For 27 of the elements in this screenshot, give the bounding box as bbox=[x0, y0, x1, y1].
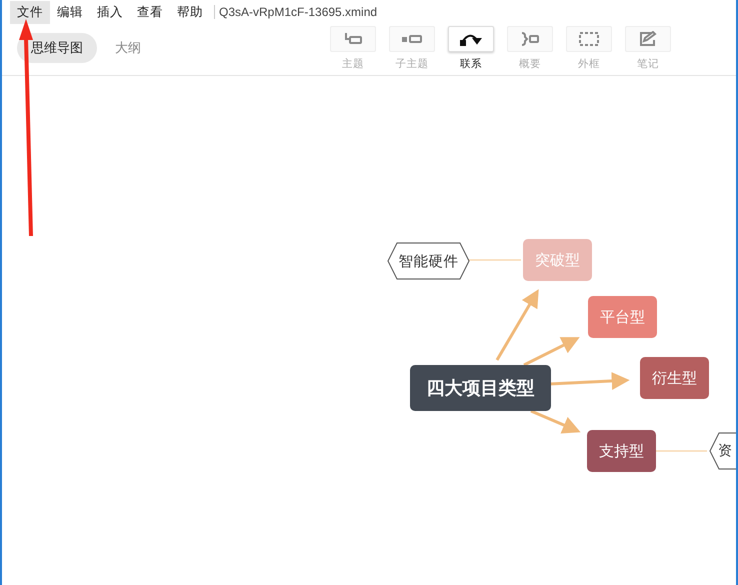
tool-label: 外框 bbox=[578, 57, 600, 71]
menu-item[interactable]: 编辑 bbox=[50, 0, 90, 24]
menu-item[interactable]: 查看 bbox=[130, 0, 170, 24]
menu-item[interactable]: 文件 bbox=[10, 0, 50, 24]
boundary-icon bbox=[578, 31, 600, 47]
central-topic[interactable]: 四大项目类型 bbox=[410, 365, 551, 411]
tool-label: 主题 bbox=[342, 57, 364, 71]
tool-label: 笔记 bbox=[637, 57, 659, 71]
view-tab[interactable]: 思维导图 bbox=[17, 33, 97, 63]
summary-icon bbox=[519, 31, 541, 47]
note-icon bbox=[637, 31, 659, 47]
detail-topic[interactable]: 智能硬件 bbox=[387, 242, 470, 280]
menu-item[interactable]: 插入 bbox=[90, 0, 130, 24]
branch-topic[interactable]: 衍生型 bbox=[640, 357, 709, 399]
tool-label: 联系 bbox=[460, 57, 482, 71]
tool-button[interactable] bbox=[448, 26, 494, 52]
connector-line bbox=[468, 259, 521, 261]
connector-arrow bbox=[530, 410, 581, 434]
branch-topic[interactable]: 支持型 bbox=[587, 430, 656, 472]
view-tab[interactable]: 大纲 bbox=[101, 33, 155, 63]
tool-label: 概要 bbox=[519, 57, 541, 71]
tool-label: 子主题 bbox=[396, 57, 428, 71]
detail-topic[interactable]: 资 bbox=[709, 432, 736, 470]
topic-icon bbox=[342, 31, 364, 47]
file-name: Q3sA-vRpM1cF-13695.xmind bbox=[219, 5, 378, 19]
menu-item[interactable]: 帮助 bbox=[170, 0, 210, 24]
connector-line bbox=[654, 450, 707, 452]
